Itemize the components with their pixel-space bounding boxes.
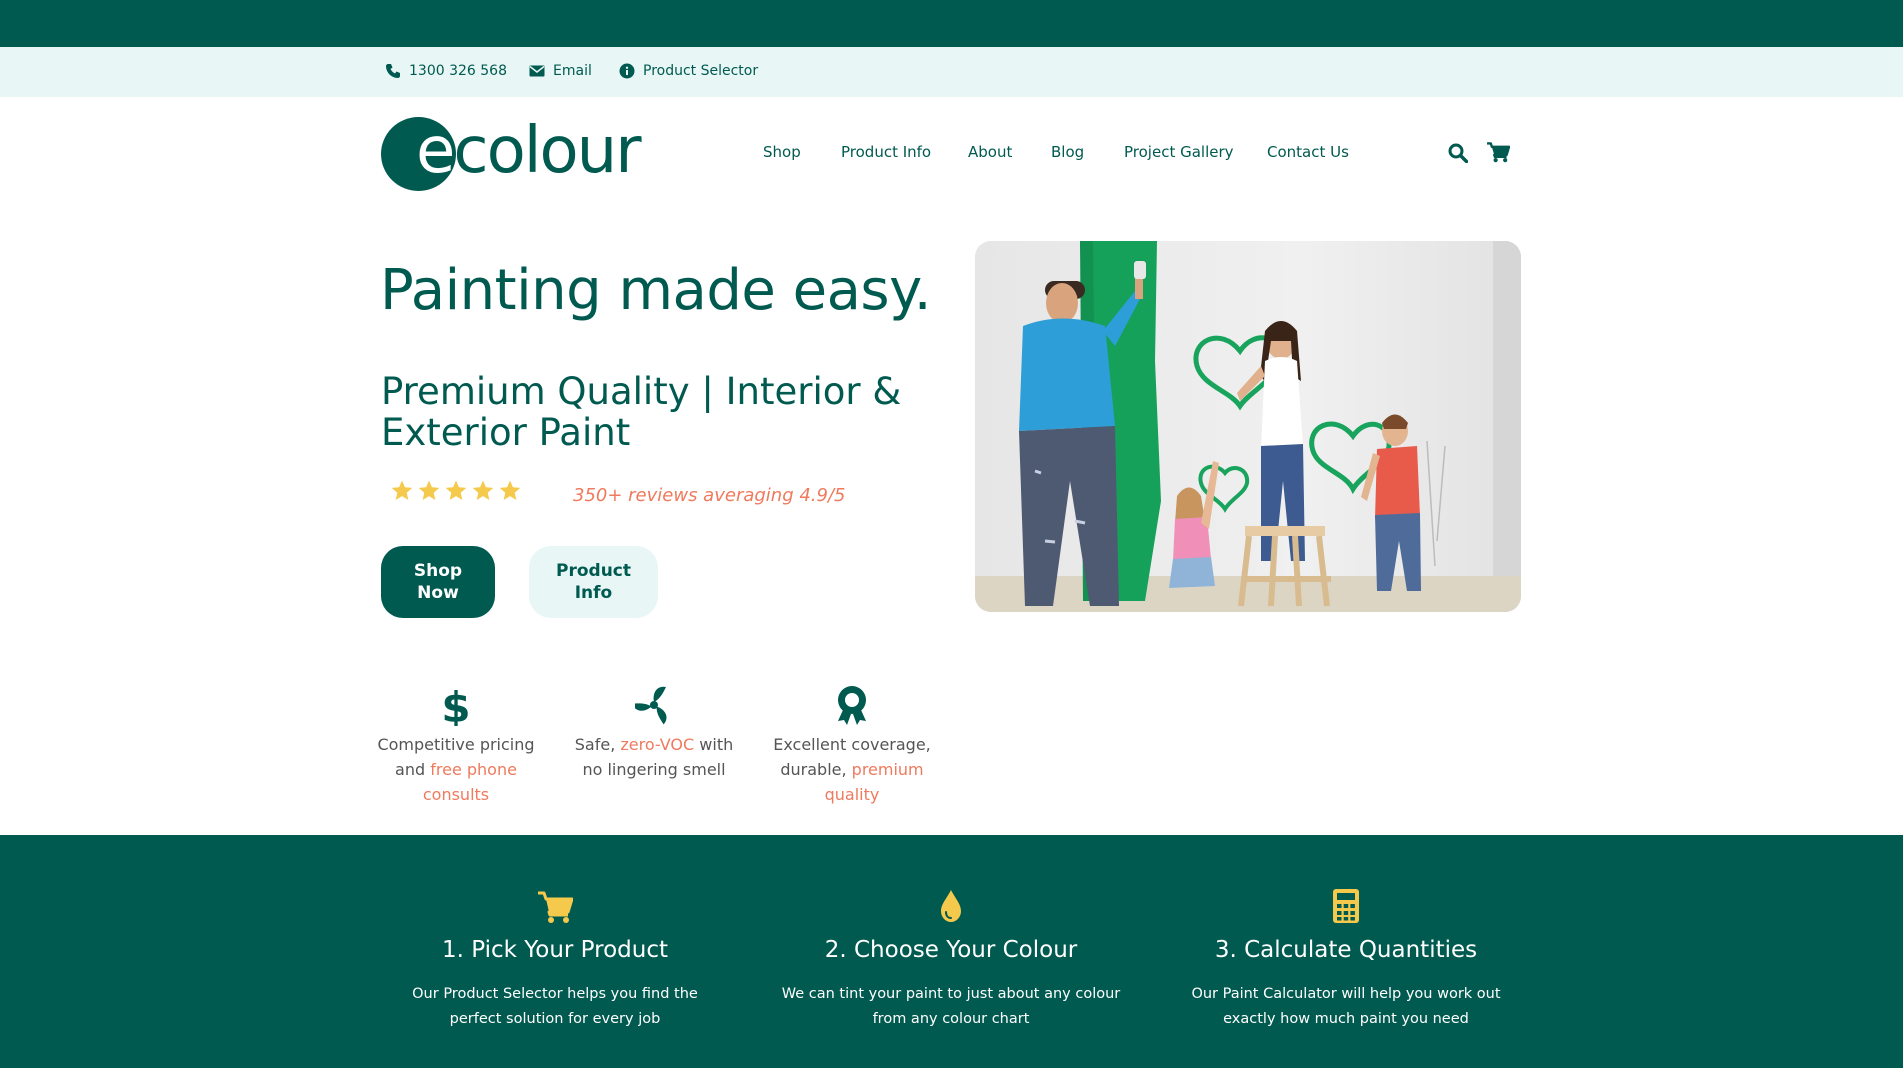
step-calculate-quantities-desc: Our Paint Calculator will help you work … [1191, 986, 1501, 1027]
top-strip [0, 0, 1903, 47]
phone-number: 1300 326 568 [409, 63, 507, 79]
step-pick-product-desc: Our Product Selector helps you find the … [412, 986, 698, 1027]
star-icon [391, 480, 413, 500]
star-icon [418, 480, 440, 500]
feature-coverage-text: Excellent coverage, durable, premium qua… [773, 735, 931, 804]
email-label: Email [553, 63, 592, 79]
nav-about[interactable]: About [968, 143, 1012, 161]
nav-blog[interactable]: Blog [1051, 143, 1084, 161]
shop-now-button[interactable]: Shop Now [381, 546, 495, 618]
nav-product-info[interactable]: Product Info [841, 143, 931, 161]
star-icon [445, 480, 467, 500]
cart-icon [1487, 142, 1511, 163]
hero-title: Painting made easy. [380, 258, 932, 323]
step-choose-colour[interactable]: 2. Choose Your Colour We can tint your p… [771, 888, 1131, 1032]
feature-pricing: $ Competitive pricing and free phone con… [371, 684, 541, 807]
step-calculate-quantities-title: 3. Calculate Quantities [1214, 937, 1478, 963]
feature-pricing-text: Competitive pricing and free phone consu… [377, 735, 535, 804]
fan-icon [635, 686, 667, 725]
dollar-icon: $ [441, 684, 470, 726]
reviews-text[interactable]: 350+ reviews averaging 4.9/5 [573, 485, 846, 506]
nav-contact-us[interactable]: Contact Us [1267, 143, 1349, 161]
logo-text: ecolour [416, 114, 642, 188]
email-link[interactable]: Email [529, 63, 592, 79]
product-info-button[interactable]: Product Info [529, 546, 658, 618]
family-painting-illustration [975, 241, 1521, 612]
star-rating [390, 479, 522, 503]
envelope-icon [529, 65, 545, 77]
phone-icon [386, 64, 400, 78]
star-icon [472, 480, 494, 500]
product-selector-label: Product Selector [643, 63, 759, 79]
search-button[interactable] [1448, 143, 1469, 164]
feature-zero-voc-text: Safe, zero-VOC with no lingering smell [574, 735, 734, 779]
step-choose-colour-desc: We can tint your paint to just about any… [781, 986, 1121, 1027]
ecolour-logo[interactable]: ecolour [381, 114, 656, 192]
step-calculate-quantities[interactable]: 3. Calculate Quantities Our Paint Calcul… [1166, 888, 1526, 1032]
phone-link[interactable]: 1300 326 568 [385, 63, 507, 79]
award-icon [838, 686, 866, 725]
utility-bar: 1300 326 568 Email Product Selector [0, 47, 1903, 97]
nav-project-gallery[interactable]: Project Gallery [1124, 143, 1234, 161]
step-pick-product[interactable]: 1. Pick Your Product Our Product Selecto… [375, 888, 735, 1032]
hero-subtitle: Premium Quality | Interior & Exterior Pa… [381, 370, 902, 454]
hero-image-family-painting [975, 241, 1521, 612]
calculator-icon [1333, 889, 1359, 923]
feature-coverage: Excellent coverage, durable, premium qua… [767, 684, 937, 807]
info-icon [619, 63, 635, 79]
step-choose-colour-title: 2. Choose Your Colour [824, 937, 1078, 963]
step-pick-product-title: 1. Pick Your Product [441, 937, 669, 963]
product-selector-link[interactable]: Product Selector [619, 63, 758, 79]
cart-button[interactable] [1487, 142, 1511, 163]
star-icon [499, 480, 521, 500]
svg-text:$: $ [441, 684, 470, 726]
search-icon [1448, 143, 1469, 164]
feature-zero-voc: Safe, zero-VOC with no lingering smell [569, 684, 739, 782]
nav-shop[interactable]: Shop [763, 143, 801, 161]
cart-icon [538, 891, 573, 923]
drop-icon [941, 890, 961, 922]
